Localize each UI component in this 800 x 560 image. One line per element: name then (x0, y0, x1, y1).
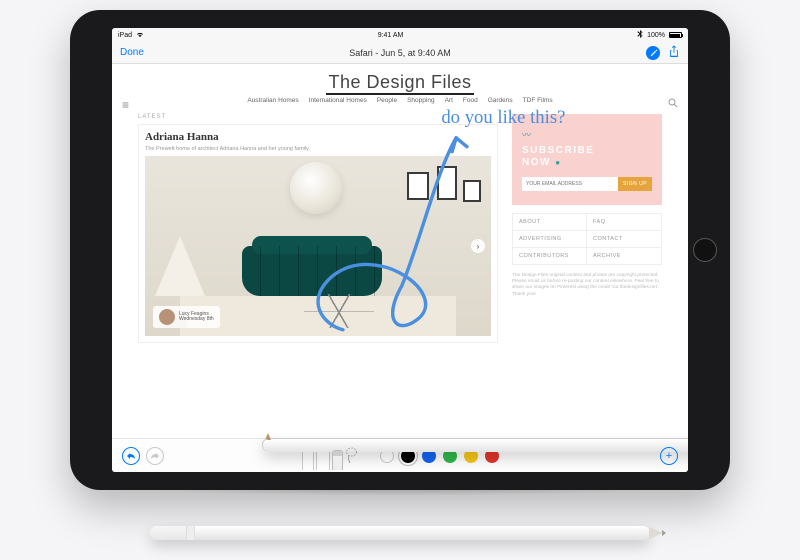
menu-icon[interactable]: ≡ (122, 98, 129, 112)
wifi-icon (136, 32, 144, 38)
home-button[interactable] (693, 238, 717, 262)
wave-icon: 〰 (522, 128, 652, 141)
clock: 9:41 AM (378, 32, 404, 39)
carrier-label: iPad (118, 32, 132, 39)
lasso-tool[interactable] (345, 444, 358, 470)
eraser-tool[interactable] (332, 450, 343, 470)
article-card[interactable]: Adriana Hanna The Prewett home of archit… (138, 124, 498, 343)
new-annotation-button[interactable] (646, 46, 660, 60)
redo-button[interactable] (146, 447, 164, 465)
nav-link[interactable]: Food (463, 97, 478, 104)
nav-link[interactable]: People (377, 97, 397, 104)
article-subtitle: The Prewett home of architect Adriana Ha… (145, 146, 491, 152)
status-bar: iPad 9:41 AM 100% (112, 28, 688, 42)
webpage-screenshot: ≡ The Design Files Australian Homes Inter… (112, 64, 688, 438)
nav-link[interactable]: Gardens (488, 97, 513, 104)
author-badge: Lucy Feagins Wednesday 8th (153, 306, 220, 328)
footer-link[interactable]: ABOUT (513, 214, 587, 231)
article-hero-image: Lucy Feagins Wednesday 8th › (145, 156, 491, 336)
bluetooth-icon (637, 30, 643, 40)
nav-link[interactable]: TDF Films (523, 97, 553, 104)
site-nav: Australian Homes International Homes Peopl… (130, 97, 670, 104)
pencil-tool[interactable] (262, 438, 688, 452)
latest-label: LATEST (138, 114, 498, 120)
markup-title: Safari - Jun 5, at 9:40 AM (349, 48, 451, 58)
next-icon[interactable]: › (471, 239, 485, 253)
footer-link[interactable]: ARCHIVE (587, 248, 661, 264)
undo-button[interactable] (122, 447, 140, 465)
footer-link[interactable]: FAQ (587, 214, 661, 231)
nav-link[interactable]: Art (445, 97, 453, 104)
nav-link[interactable]: Australian Homes (247, 97, 298, 104)
ipad-screen: iPad 9:41 AM 100% Done Safari - Jun 5, a… (112, 28, 688, 472)
footer-links: ABOUTFAQADVERTISINGCONTACTCONTRIBUTORSAR… (512, 213, 662, 265)
footer-link[interactable]: CONTRIBUTORS (513, 248, 587, 264)
avatar (159, 309, 175, 325)
done-button[interactable]: Done (120, 47, 144, 58)
nav-link[interactable]: Shopping (407, 97, 434, 104)
battery-icon (669, 32, 682, 38)
footer-link[interactable]: ADVERTISING (513, 231, 587, 248)
share-button[interactable] (668, 45, 680, 60)
article-title: Adriana Hanna (145, 131, 491, 143)
markup-titlebar: Done Safari - Jun 5, at 9:40 AM (112, 42, 688, 64)
tool-picker (302, 442, 358, 470)
signup-button[interactable]: SIGN UP (618, 177, 652, 191)
ipad-device-frame: iPad 9:41 AM 100% Done Safari - Jun 5, a… (70, 10, 730, 490)
battery-label: 100% (647, 32, 665, 39)
fine-print: The Design Files original content and ph… (512, 273, 662, 298)
site-logo[interactable]: The Design Files (130, 72, 670, 95)
markup-toolbar: + (112, 438, 688, 472)
add-button[interactable]: + (660, 447, 678, 465)
nav-link[interactable]: International Homes (309, 97, 367, 104)
footer-link[interactable]: CONTACT (587, 231, 661, 248)
apple-pencil (150, 526, 650, 540)
email-field[interactable] (522, 177, 618, 191)
subscribe-widget: 〰 SUBSCRIBENOW ● SIGN UP (512, 114, 662, 205)
